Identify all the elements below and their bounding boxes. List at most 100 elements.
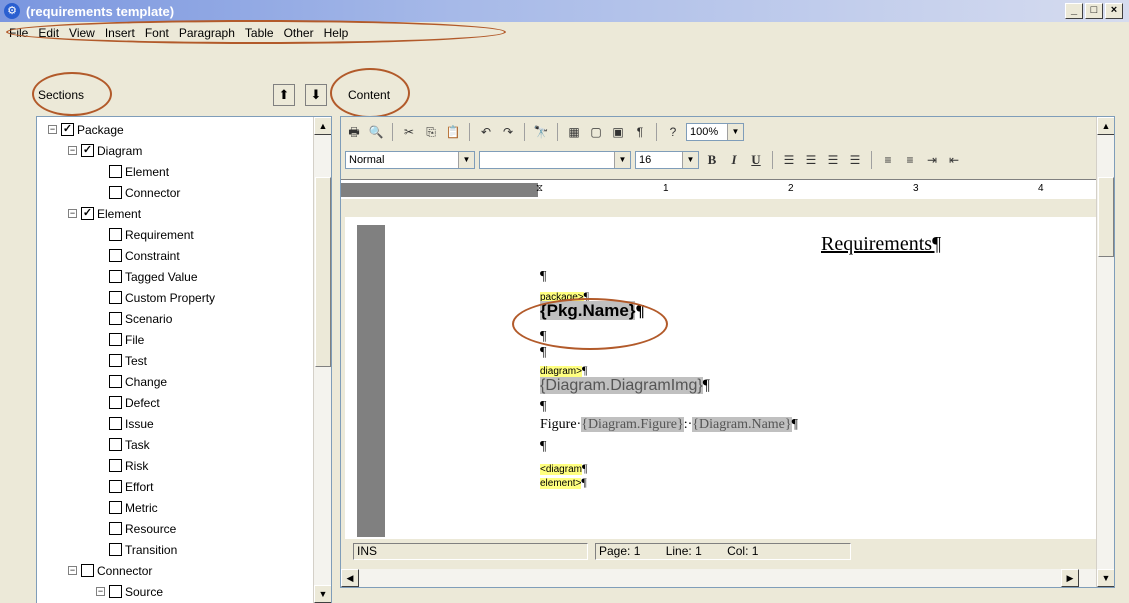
tree-checkbox[interactable]	[81, 564, 94, 577]
scroll-thumb[interactable]	[315, 177, 331, 367]
tree-item[interactable]: − ✓ Package	[48, 119, 124, 140]
tree-checkbox[interactable]	[109, 165, 122, 178]
tree-checkbox[interactable]	[109, 543, 122, 556]
menu-view[interactable]: View	[64, 26, 100, 40]
font-select[interactable]: ▼	[479, 151, 631, 169]
tree-item[interactable]: Risk	[109, 455, 148, 476]
tree-item[interactable]: Change	[109, 371, 167, 392]
collapse-icon[interactable]: −	[68, 209, 77, 218]
align-center-icon[interactable]: ☰	[802, 151, 820, 169]
tree-item[interactable]: − ✓ Element	[68, 203, 141, 224]
tree-checkbox[interactable]	[109, 501, 122, 514]
collapse-icon[interactable]: −	[96, 587, 105, 596]
font-dropdown-icon[interactable]: ▼	[614, 152, 630, 168]
scroll-down-icon[interactable]: ▼	[1097, 569, 1114, 587]
ruler[interactable]: ⧖ 1 2 3 4	[341, 179, 1101, 199]
tree-checkbox[interactable]	[109, 522, 122, 535]
tree-item[interactable]: Task	[109, 434, 150, 455]
tree-checkbox[interactable]	[109, 375, 122, 388]
tree-checkbox[interactable]	[109, 249, 122, 262]
tree-checkbox[interactable]: ✓	[81, 207, 94, 220]
italic-icon[interactable]: I	[725, 151, 743, 169]
show-formatting-icon[interactable]: ¶	[631, 123, 649, 141]
tree-checkbox[interactable]	[109, 270, 122, 283]
scroll-up-icon[interactable]: ▲	[1097, 117, 1114, 135]
tree-checkbox[interactable]: ✓	[81, 144, 94, 157]
redo-icon[interactable]: ↷	[499, 123, 517, 141]
tree-item[interactable]: − Connector	[68, 560, 152, 581]
zoom-select[interactable]: 100% ▼	[686, 123, 744, 141]
zoom-dropdown-icon[interactable]: ▼	[727, 124, 743, 140]
editor-vertical-scrollbar[interactable]: ▲ ▼	[1096, 117, 1114, 587]
justify-icon[interactable]: ☰	[846, 151, 864, 169]
align-left-icon[interactable]: ☰	[780, 151, 798, 169]
tree-item[interactable]: Metric	[109, 497, 158, 518]
print-icon[interactable]: 🖶	[345, 123, 363, 141]
find-icon[interactable]: 🔭	[532, 123, 550, 141]
menu-file[interactable]: File	[4, 26, 33, 40]
collapse-icon[interactable]: −	[68, 146, 77, 155]
tree-checkbox[interactable]	[109, 333, 122, 346]
tree-item[interactable]: Issue	[109, 413, 154, 434]
tree-checkbox[interactable]	[109, 396, 122, 409]
menu-font[interactable]: Font	[140, 26, 174, 40]
tree-checkbox[interactable]	[109, 312, 122, 325]
menu-insert[interactable]: Insert	[100, 26, 140, 40]
cut-icon[interactable]: ✂	[400, 123, 418, 141]
tree-item[interactable]: Requirement	[109, 224, 194, 245]
tree-checkbox[interactable]	[109, 438, 122, 451]
close-button[interactable]: ×	[1105, 3, 1123, 19]
tree-item[interactable]: − Source	[96, 581, 163, 602]
underline-icon[interactable]: U	[747, 151, 765, 169]
tree-item[interactable]: Test	[109, 350, 147, 371]
tree-vertical-scrollbar[interactable]: ▲ ▼	[313, 117, 331, 603]
indent-icon[interactable]: ⇥	[923, 151, 941, 169]
tree-item[interactable]: Tagged Value	[109, 266, 198, 287]
insert-field-icon[interactable]: ▦	[565, 123, 583, 141]
tree-checkbox[interactable]	[109, 354, 122, 367]
scroll-thumb[interactable]	[1098, 177, 1114, 257]
outdent-icon[interactable]: ⇤	[945, 151, 963, 169]
document-area[interactable]: Requirements¶ ¶ package>¶ {Pkg.Name}¶ ¶ …	[345, 217, 1097, 539]
indent-marker-icon[interactable]: ⧖	[536, 183, 543, 194]
maximize-button[interactable]: □	[1085, 3, 1103, 19]
collapse-icon[interactable]: −	[68, 566, 77, 575]
menu-edit[interactable]: Edit	[33, 26, 64, 40]
size-select[interactable]: 16 ▼	[635, 151, 699, 169]
paste-icon[interactable]: 📋	[444, 123, 462, 141]
copy-icon[interactable]: ⎘	[422, 123, 440, 141]
tree-item[interactable]: Scenario	[109, 308, 172, 329]
tree-checkbox[interactable]	[109, 228, 122, 241]
scroll-left-icon[interactable]: ◀	[341, 569, 359, 587]
tree-checkbox[interactable]	[109, 585, 122, 598]
style-select[interactable]: Normal ▼	[345, 151, 475, 169]
numbered-list-icon[interactable]: ≡	[879, 151, 897, 169]
style-dropdown-icon[interactable]: ▼	[458, 152, 474, 168]
menu-table[interactable]: Table	[240, 26, 279, 40]
tree-item[interactable]: Defect	[109, 392, 160, 413]
tree-checkbox[interactable]	[109, 417, 122, 430]
move-up-icon[interactable]: ⬆	[273, 84, 295, 106]
tree-item[interactable]: Connector	[109, 182, 180, 203]
menu-help[interactable]: Help	[319, 26, 354, 40]
tree-item[interactable]: − ✓ Diagram	[68, 140, 142, 161]
move-down-icon[interactable]: ⬇	[305, 84, 327, 106]
tree-item[interactable]: Constraint	[109, 245, 180, 266]
editor-horizontal-scrollbar[interactable]: ◀ ▶	[341, 569, 1097, 587]
scroll-right-icon[interactable]: ▶	[1061, 569, 1079, 587]
print-preview-icon[interactable]: 🔍	[367, 123, 385, 141]
tree-checkbox[interactable]	[109, 291, 122, 304]
size-dropdown-icon[interactable]: ▼	[682, 152, 698, 168]
tree-item[interactable]: Effort	[109, 476, 153, 497]
tree-checkbox[interactable]	[109, 480, 122, 493]
tree-item[interactable]: Resource	[109, 518, 176, 539]
tree-checkbox[interactable]	[109, 459, 122, 472]
minimize-button[interactable]: _	[1065, 3, 1083, 19]
tree-checkbox[interactable]: ✓	[61, 123, 74, 136]
page-setup-icon[interactable]: ▢	[587, 123, 605, 141]
tree-item[interactable]: Transition	[109, 539, 177, 560]
tree-item[interactable]: Element	[109, 161, 169, 182]
menu-paragraph[interactable]: Paragraph	[174, 26, 240, 40]
align-right-icon[interactable]: ☰	[824, 151, 842, 169]
tree-checkbox[interactable]	[109, 186, 122, 199]
